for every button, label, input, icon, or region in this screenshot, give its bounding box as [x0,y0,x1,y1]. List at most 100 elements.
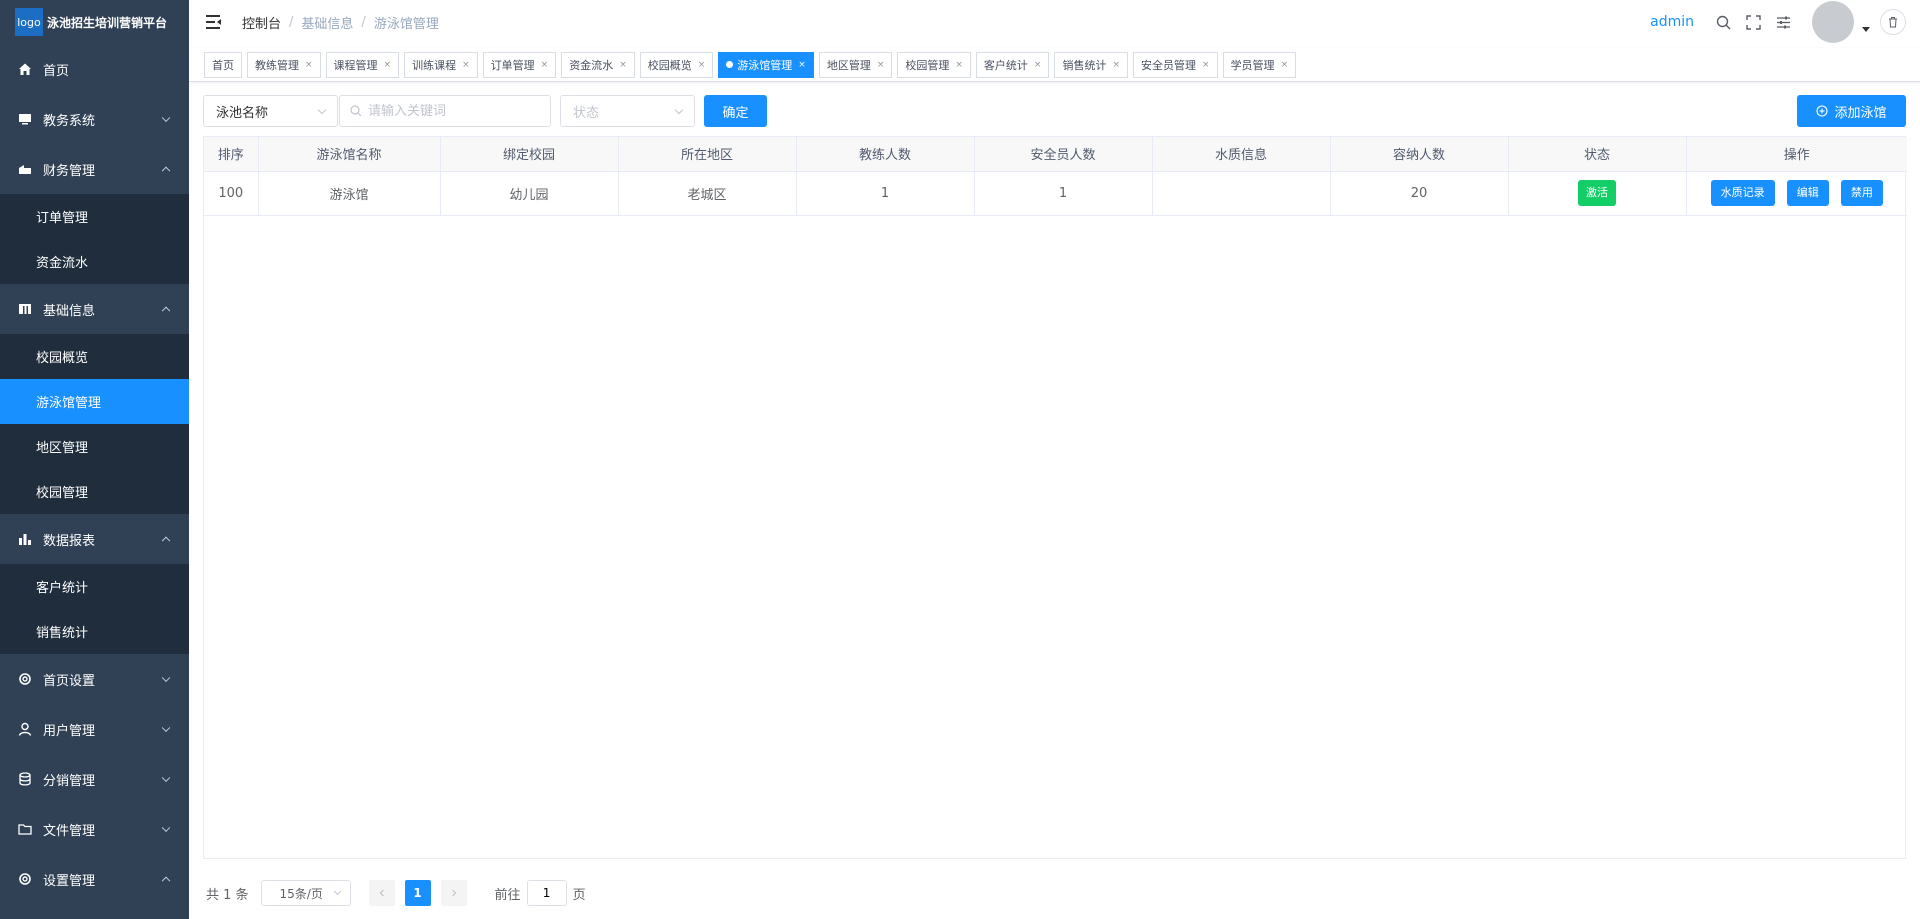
close-icon[interactable]: × [1202,60,1210,70]
username[interactable]: admin [1650,14,1694,30]
chevron-down-icon [333,887,341,896]
tag-item[interactable]: 课程管理 × [325,51,400,78]
close-icon[interactable]: × [305,60,313,70]
navbar-right: admin [1650,0,1920,44]
app-title: 泳池招生培训营销平台 [47,15,168,30]
tag-item[interactable]: 销售统计 × [1054,51,1129,78]
tag-label: 教练管理 [255,58,299,72]
close-icon[interactable]: × [619,60,627,70]
tag-label: 首页 [212,58,234,72]
sidebar-item-cashflow[interactable]: 资金流水 [0,239,189,284]
hamburger-icon[interactable] [206,15,222,29]
breadcrumb-item[interactable]: 控制台 [242,13,281,32]
sidebar-item-campus-overview[interactable]: 校园概览 [0,334,189,379]
col-header-actions: 操作 [1686,137,1907,172]
submenu-finance: 订单管理 资金流水 [0,194,189,284]
prev-page-button[interactable] [368,880,395,906]
keyword-input[interactable] [339,95,551,127]
tag-item[interactable]: 学员管理 × [1222,51,1297,78]
status-select[interactable]: 状态 [560,95,695,127]
sidebar-item-label: 数据报表 [43,533,96,549]
database-icon [18,772,32,786]
chevron-down-icon [161,823,171,833]
sidebar-item-distribution[interactable]: 分销管理 [0,754,189,804]
caret-down-icon[interactable] [1862,26,1870,32]
tag-item[interactable]: 安全员管理 × [1133,51,1218,78]
pool-name-select[interactable]: 泳池名称 [203,95,338,127]
cell-safety-officers: 1 [974,171,1153,216]
close-icon[interactable]: × [1112,60,1120,70]
tag-item[interactable]: 训练课程 × [404,51,478,78]
next-page-button[interactable] [440,880,467,906]
tag-item[interactable]: 客户统计 × [975,51,1050,78]
breadcrumb: 控制台 / 基础信息 / 游泳馆管理 [242,13,439,32]
sidebar-item-label: 分销管理 [43,773,96,789]
fullscreen-icon[interactable] [1745,14,1761,30]
water-record-button[interactable]: 水质记录 [1710,180,1775,206]
sidebar-item-sales-stats[interactable]: 销售统计 [0,609,189,654]
submenu-basic-info: 校园概览 游泳馆管理 地区管理 校园管理 [0,334,189,514]
sidebar-item-user-management[interactable]: 用户管理 [0,704,189,754]
trash-icon[interactable] [1880,9,1906,35]
col-header-status: 状态 [1508,137,1687,172]
sidebar-item-home[interactable]: 首页 [0,44,189,94]
edit-button[interactable]: 编辑 [1786,180,1829,206]
tag-label: 学员管理 [1230,58,1275,72]
sliders-icon[interactable] [1775,14,1791,30]
close-icon[interactable]: × [877,60,885,70]
tag-item[interactable]: 校园管理 × [897,51,971,78]
chevron-down-icon [674,105,684,115]
chevron-down-icon [317,105,327,115]
sidebar-item-file-management[interactable]: 文件管理 [0,804,189,854]
sidebar: logo 泳池招生培训营销平台 首页 教务系统 财务管理 订单管理 资金流水 基… [0,0,189,919]
add-pool-button[interactable]: 添加泳馆 [1797,95,1906,127]
close-icon[interactable]: × [798,60,806,70]
pagination-total: 共 1 条 [206,887,249,903]
sidebar-item-pool-management[interactable]: 游泳馆管理 [0,379,189,424]
status-select-placeholder: 状态 [573,105,600,121]
tag-item[interactable]: 首页 [204,51,242,78]
chevron-left-icon [379,889,384,897]
sidebar-item-customer-stats[interactable]: 客户统计 [0,564,189,609]
pagination: 共 1 条 15条/页 1 前往 页 [206,880,586,906]
cell-status: 激活 [1508,171,1687,216]
close-icon[interactable]: × [1034,60,1042,70]
tag-label: 资金流水 [569,58,614,72]
settings-icon [18,872,32,886]
tag-item[interactable]: 校园概览 × [639,51,714,78]
close-icon[interactable]: × [541,60,549,70]
search-icon[interactable] [1715,14,1731,30]
goto-input[interactable] [526,880,567,906]
sidebar-item-region-management[interactable]: 地区管理 [0,424,189,469]
sidebar-item-academic[interactable]: 教务系统 [0,94,189,144]
tag-item[interactable]: 游泳馆管理 × [718,51,814,78]
tag-item[interactable]: 教练管理 × [247,51,321,78]
keyword-input-field[interactable] [368,103,528,119]
user-icon [18,722,32,736]
active-dot-icon [726,61,734,68]
sidebar-item-label: 教务系统 [43,113,96,129]
tag-item[interactable]: 地区管理 × [818,51,893,78]
sidebar-item-campus-management[interactable]: 校园管理 [0,469,189,514]
page-number[interactable]: 1 [404,880,431,906]
avatar[interactable] [1812,1,1854,43]
sidebar-item-basic-info[interactable]: 基础信息 [0,284,189,334]
page-size-select[interactable]: 15条/页 [260,880,351,906]
tag-item[interactable]: 订单管理 × [482,51,557,78]
sidebar-item-settings[interactable]: 设置管理 [0,854,189,904]
plus-circle-icon [1816,105,1829,117]
tag-item[interactable]: 资金流水 × [561,51,635,78]
close-icon[interactable]: × [384,60,392,70]
logo-area: logo 泳池招生培训营销平台 [0,0,189,44]
home-icon [18,62,32,76]
disable-button[interactable]: 禁用 [1840,180,1883,206]
confirm-button[interactable]: 确定 [704,95,767,127]
close-icon[interactable]: × [1281,60,1289,70]
close-icon[interactable]: × [462,60,470,70]
sidebar-item-orders[interactable]: 订单管理 [0,194,189,239]
sidebar-item-reports[interactable]: 数据报表 [0,514,189,564]
sidebar-item-home-settings[interactable]: 首页设置 [0,654,189,704]
close-icon[interactable]: × [698,60,706,70]
close-icon[interactable]: × [955,60,963,70]
sidebar-item-finance[interactable]: 财务管理 [0,144,189,194]
